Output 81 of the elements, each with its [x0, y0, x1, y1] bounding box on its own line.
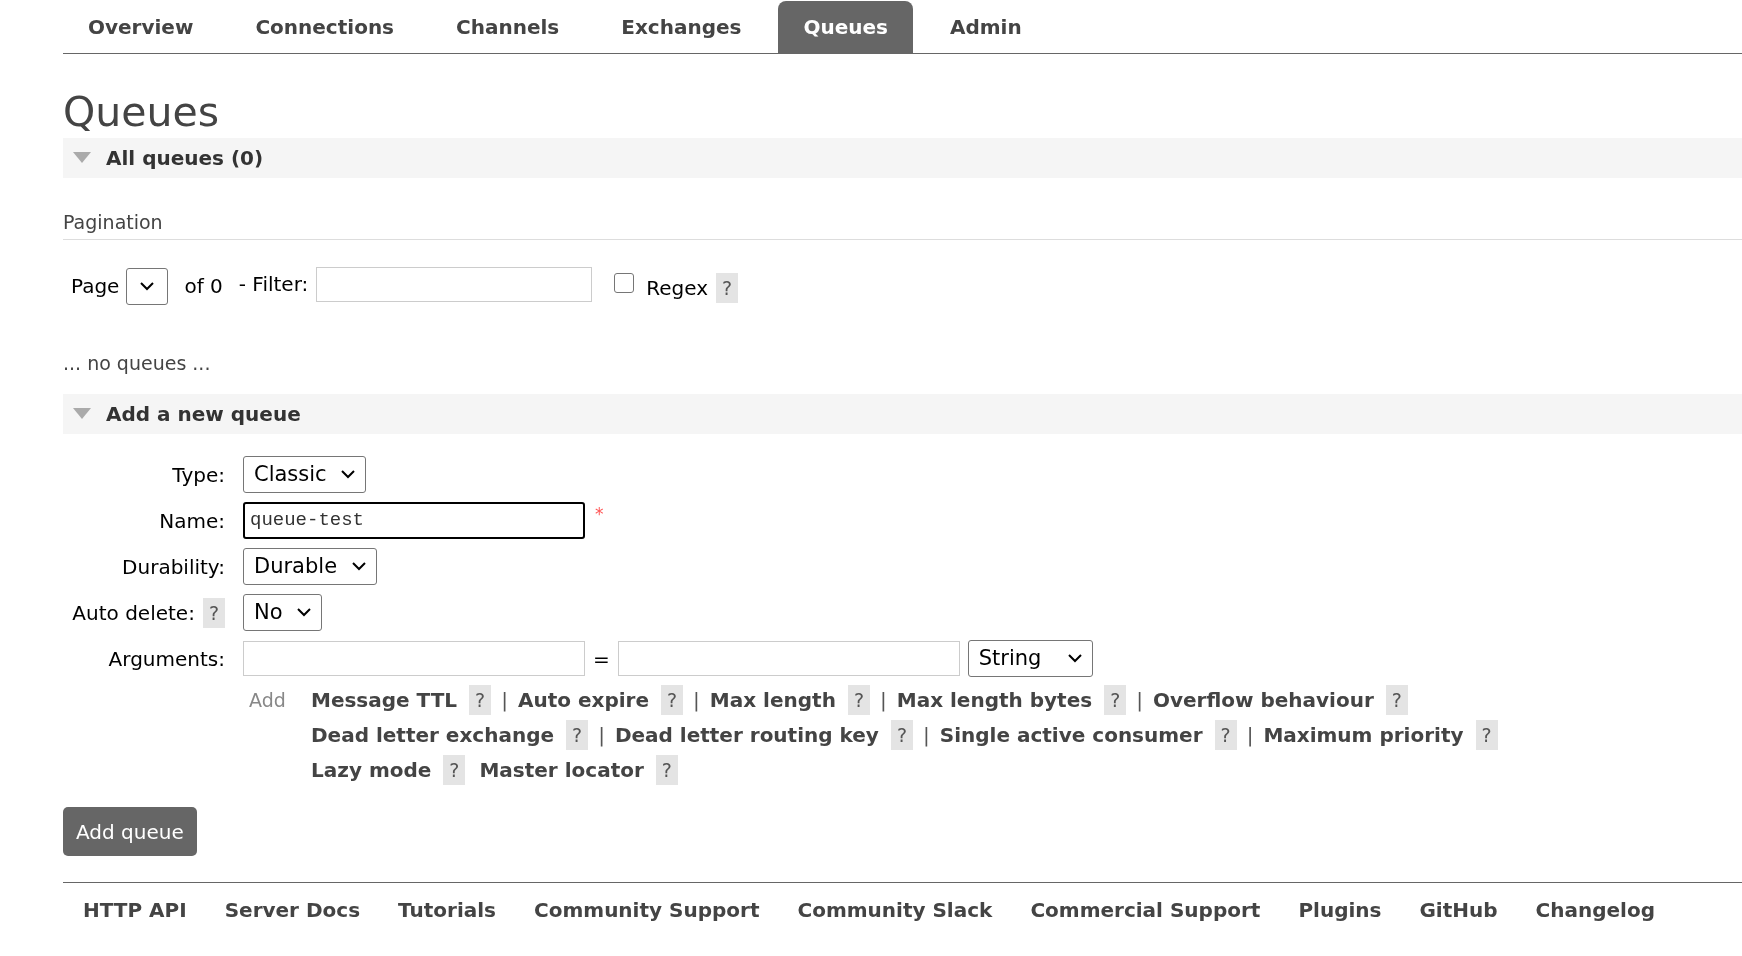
argument-link[interactable]: Auto expire — [517, 685, 649, 715]
help-link[interactable]: ? — [847, 685, 870, 715]
section-header[interactable]: All queues (0) — [63, 138, 1742, 178]
help-link[interactable]: ? — [1104, 685, 1127, 715]
filter-label: - Filter: — [238, 271, 309, 298]
durability-select[interactable]: Durable — [243, 548, 377, 585]
type-label: Type: — [171, 461, 225, 489]
nav-tab[interactable]: Exchanges — [596, 1, 767, 53]
separator: | — [501, 687, 508, 714]
nav-tab[interactable]: Channels — [431, 1, 585, 53]
argument-link[interactable]: Dead letter exchange — [311, 720, 555, 750]
footer-link[interactable]: Changelog — [1535, 895, 1656, 925]
help-link[interactable]: ? — [655, 755, 678, 785]
help-link[interactable]: ? — [1214, 720, 1237, 750]
page-title: Queues — [63, 88, 221, 136]
argument-link[interactable]: Dead letter routing key — [614, 720, 879, 750]
name-input[interactable]: queue-test — [243, 502, 585, 539]
help-link[interactable]: ? — [890, 720, 913, 750]
chevron-down-icon — [352, 562, 366, 571]
help-link[interactable]: ? — [1385, 685, 1408, 715]
argument-link[interactable]: Message TTL — [311, 685, 458, 715]
help-link[interactable]: ? — [566, 720, 589, 750]
footer-link[interactable]: Community Support — [534, 895, 760, 925]
help-link[interactable]: ? — [469, 685, 492, 715]
type-select[interactable]: Classic — [243, 456, 366, 493]
triangle-down-icon[interactable] — [73, 408, 91, 420]
footer-link[interactable]: Plugins — [1298, 895, 1382, 925]
pagination-heading: Pagination — [63, 208, 1742, 240]
argument-value-input[interactable] — [617, 641, 960, 676]
required-mark: * — [595, 503, 604, 526]
separator: | — [923, 722, 930, 749]
page-select[interactable] — [126, 267, 169, 305]
separator: | — [1246, 722, 1254, 749]
triangle-down-icon[interactable] — [73, 152, 91, 164]
chevron-down-icon — [140, 281, 155, 291]
argument-key-input[interactable] — [243, 641, 585, 676]
help-link[interactable]: ? — [443, 755, 466, 785]
add-queue-button[interactable]: Add queue — [63, 807, 197, 856]
auto-delete-label: Auto delete: — [72, 599, 195, 627]
help-link[interactable]: ? — [716, 273, 739, 303]
empty-message: ... no queues ... — [63, 350, 212, 376]
help-link[interactable]: ? — [1475, 720, 1498, 750]
arguments-label: Arguments: — [107, 645, 225, 673]
help-link[interactable]: ? — [661, 685, 684, 715]
chevron-down-icon — [341, 470, 355, 479]
filter-input[interactable] — [316, 266, 593, 302]
footer-link[interactable]: Tutorials — [398, 895, 497, 925]
argument-link[interactable]: Master locator — [479, 755, 644, 785]
argument-link[interactable]: Lazy mode — [311, 755, 432, 785]
nav-tab[interactable]: Connections — [230, 1, 420, 53]
argument-link[interactable]: Single active consumer — [939, 720, 1203, 750]
argument-link[interactable]: Maximum priority — [1263, 720, 1464, 750]
page-count: of 0 — [184, 273, 223, 300]
regex-checkbox[interactable] — [614, 273, 635, 293]
separator: | — [598, 722, 605, 749]
footer-link[interactable]: Community Slack — [797, 895, 993, 925]
argument-link[interactable]: Max length bytes — [896, 685, 1093, 715]
durability-label: Durability: — [121, 553, 225, 581]
page-label: Page — [71, 273, 120, 300]
nav-tab[interactable]: Overview — [63, 1, 219, 53]
argument-link[interactable]: Overflow behaviour — [1152, 685, 1374, 715]
chevron-down-icon — [1067, 654, 1082, 663]
name-label: Name: — [158, 507, 225, 535]
add-label: Add — [249, 688, 287, 713]
argument-type-select[interactable]: String — [967, 640, 1093, 677]
auto-delete-select[interactable]: No — [243, 594, 322, 631]
nav-tab[interactable]: Admin — [924, 1, 1047, 53]
separator: | — [1136, 687, 1143, 714]
separator: | — [693, 687, 700, 714]
help-link[interactable]: ? — [202, 597, 225, 628]
argument-link[interactable]: Max length — [709, 685, 836, 715]
footer-link[interactable]: Server Docs — [224, 895, 361, 925]
nav-tab[interactable]: Queues — [778, 1, 913, 53]
footer-link[interactable]: Commercial Support — [1030, 895, 1261, 925]
section-header[interactable]: Add a new queue — [63, 394, 1742, 434]
equals-sign: = — [593, 645, 610, 673]
regex-label: Regex — [646, 275, 709, 302]
footer-link[interactable]: GitHub — [1419, 895, 1498, 925]
separator: | — [880, 687, 887, 714]
chevron-down-icon — [297, 608, 311, 617]
footer-link[interactable]: HTTP API — [83, 895, 187, 925]
